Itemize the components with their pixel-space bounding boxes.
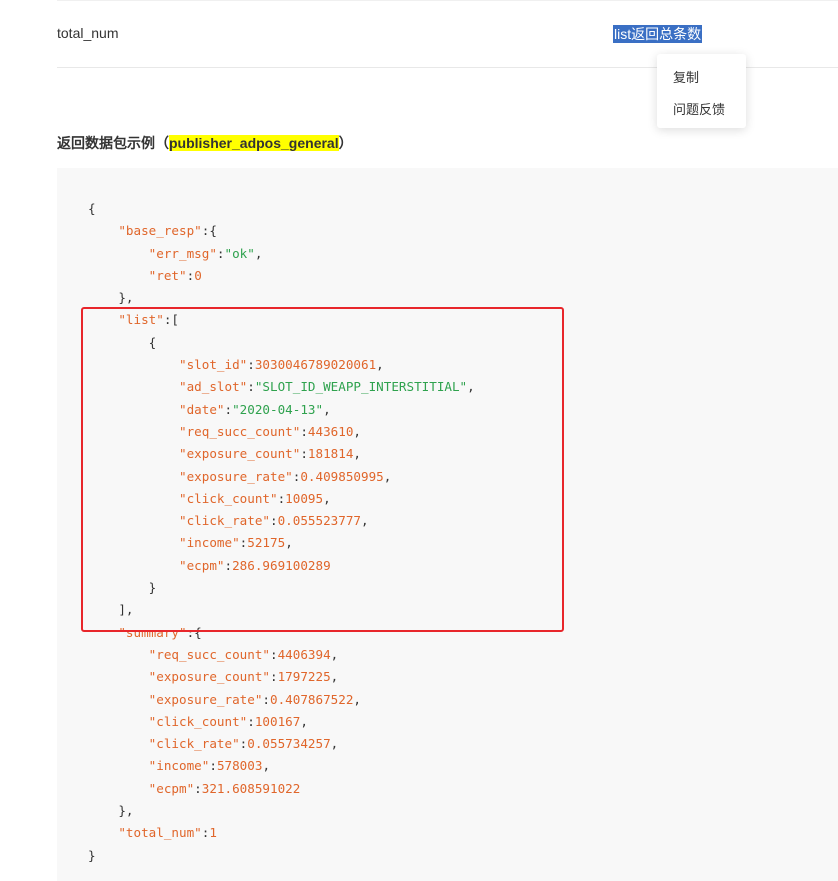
- code-line: "click_rate":0.055734257,: [88, 733, 475, 755]
- code-token: "base_resp": [118, 223, 202, 239]
- code-token: 0.407867522: [270, 691, 354, 707]
- code-line: "ret":0: [88, 265, 475, 287]
- code-token: "err_msg": [148, 245, 217, 261]
- code-token: 100167: [254, 713, 301, 729]
- code-token: "ok": [224, 245, 255, 261]
- code-line: "req_succ_count":4406394,: [88, 644, 475, 666]
- code-token: :: [270, 669, 278, 685]
- section-title-highlight: publisher_adpos_general: [169, 135, 339, 151]
- code-token: "exposure_rate": [148, 691, 263, 707]
- code-token: 1: [209, 825, 217, 841]
- code-token: 321.608591022: [201, 780, 301, 796]
- code-token: :: [262, 691, 270, 707]
- code-token: :{: [201, 223, 217, 239]
- code-token: ,: [254, 245, 263, 261]
- code-line: "total_num":1: [88, 822, 475, 844]
- section-title-prefix: 返回数据包示例（: [57, 135, 169, 151]
- code-token: "ret": [148, 267, 187, 283]
- code-token: 1797225: [277, 669, 331, 685]
- feedback-menu-item[interactable]: 问题反馈: [673, 99, 725, 118]
- code-token: 0.055734257: [247, 736, 331, 752]
- code-token: "exposure_count": [148, 669, 270, 685]
- code-line: "income":578003,: [88, 755, 475, 777]
- code-token: "req_succ_count": [148, 646, 270, 662]
- section-title: 返回数据包示例（publisher_adpos_general）: [57, 133, 353, 153]
- code-token: :: [247, 713, 255, 729]
- code-token: },: [88, 803, 134, 819]
- code-line: "base_resp":{: [88, 220, 475, 242]
- code-token: ,: [330, 646, 339, 662]
- code-token: ,: [300, 713, 308, 729]
- param-description-selected[interactable]: list返回总条数: [613, 25, 703, 43]
- copy-menu-item[interactable]: 复制: [673, 67, 699, 86]
- code-line: "exposure_rate":0.407867522,: [88, 689, 475, 711]
- code-token: 0: [194, 267, 202, 283]
- code-token: 578003: [216, 758, 263, 774]
- code-line: "exposure_count":1797225,: [88, 666, 475, 688]
- code-token: ,: [353, 691, 361, 707]
- code-token: {: [88, 201, 96, 216]
- code-line: "err_msg":"ok",: [88, 243, 475, 265]
- code-line: {: [88, 198, 475, 220]
- code-token: :: [209, 758, 217, 774]
- code-token: "ecpm": [148, 780, 195, 796]
- code-token: ,: [262, 758, 271, 774]
- code-token: ,: [330, 736, 339, 752]
- code-token: ,: [330, 669, 339, 685]
- code-line: },: [88, 800, 475, 822]
- code-token: },: [88, 290, 134, 306]
- code-line: "click_count":100167,: [88, 711, 475, 733]
- section-title-suffix: ）: [338, 135, 353, 151]
- code-line: "ecpm":321.608591022: [88, 778, 475, 800]
- code-line: }: [88, 845, 475, 867]
- code-token: 4406394: [277, 646, 331, 662]
- code-token: :: [216, 245, 225, 261]
- context-menu: 复制 问题反馈: [657, 54, 746, 128]
- code-token: "total_num": [118, 825, 202, 841]
- code-token: }: [88, 847, 96, 863]
- code-token: "click_rate": [148, 736, 240, 752]
- param-name: total_num: [57, 25, 119, 41]
- code-token: "click_count": [148, 713, 248, 729]
- annotation-box: [81, 307, 564, 632]
- code-token: :: [270, 646, 278, 662]
- code-token: "income": [148, 758, 210, 774]
- code-token: :: [194, 780, 202, 796]
